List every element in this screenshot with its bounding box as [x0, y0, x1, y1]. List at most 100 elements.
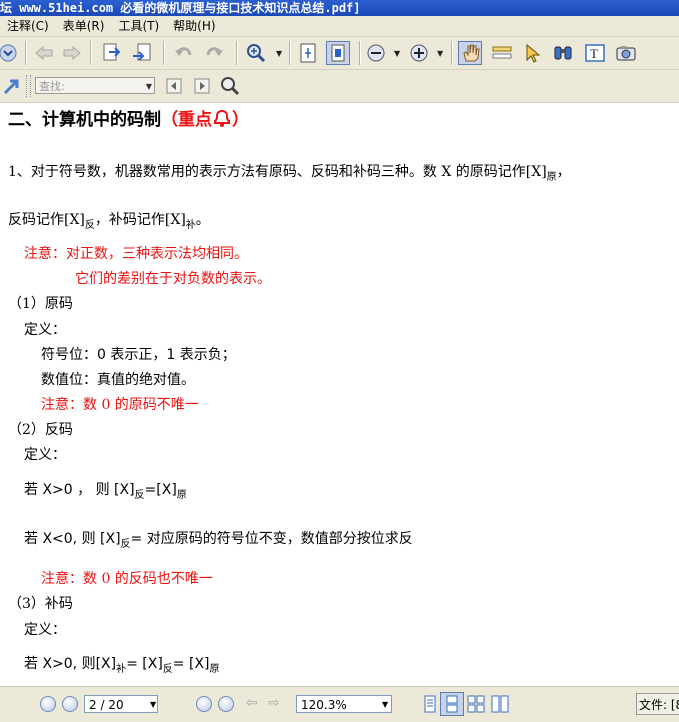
note-2: 它们的差别在于对负数的表示。 [75, 271, 271, 287]
menu-form[interactable]: 表单(R) [56, 16, 112, 36]
page-number: 2 / 20 [89, 698, 124, 712]
zoom-out-dropdown-icon[interactable]: ▼ [394, 49, 400, 58]
page-dropdown-icon[interactable]: ▼ [150, 700, 156, 709]
s2-pos-sub1: 反 [134, 490, 145, 501]
menu-annotate[interactable]: 注释(C) [0, 16, 56, 36]
p2-subscript-2: 补 [185, 220, 196, 231]
s3-pos-a: 若 X>0, 则[X] [24, 656, 117, 672]
toolbar-separator [25, 41, 26, 65]
search-input[interactable]: 查找: ▼ [35, 77, 155, 94]
forward-view-icon[interactable]: ⇨ [268, 695, 280, 711]
page-number-input[interactable]: 2 / 20 [84, 695, 158, 713]
s2-neg-b: = 对应原码的符号位不变，数值部分按位求反 [130, 531, 413, 547]
zoom-in-icon[interactable] [407, 41, 431, 65]
p2-end: 。 [195, 212, 210, 228]
s2-pos-b: =[X] [144, 482, 177, 498]
search-dropdown-icon[interactable]: ▼ [146, 78, 152, 95]
note-1: 注意：对正数，三种表示法均相同。 [24, 246, 248, 262]
menu-tools[interactable]: 工具(T) [111, 16, 166, 36]
nav-back-circle-icon[interactable] [0, 41, 20, 65]
first-page-icon[interactable] [40, 696, 56, 712]
link-arrow-icon[interactable] [0, 74, 24, 98]
s3-pos-sub3: 原 [209, 664, 220, 675]
continuous-layout-icon[interactable] [440, 692, 464, 716]
menu-bar: 注释(C) 表单(R) 工具(T) 帮助(H) [0, 16, 679, 37]
section-3-positive-rule: 若 X>0, 则[X]补= [X]反= [X]原 [24, 653, 220, 675]
search-magnifier-icon[interactable] [218, 74, 242, 98]
p1-end: ， [556, 164, 571, 180]
find-previous-icon[interactable] [162, 74, 186, 98]
find-next-icon[interactable] [190, 74, 214, 98]
toolbar-separator [451, 41, 452, 65]
section-heading: 二、计算机中的码制（重点 ） [8, 105, 249, 130]
section-3-title: （3）补码 [8, 596, 73, 612]
p2-subscript-1: 反 [84, 220, 95, 231]
insert-pages-icon[interactable] [130, 41, 154, 65]
section-2-negative-rule: 若 X<0, 则 [X]反= 对应原码的符号位不变，数值部分按位求反 [24, 528, 413, 550]
value-bit-text: 数值位：真值的绝对值。 [41, 372, 195, 388]
zoom-tool-dropdown-icon[interactable]: ▼ [276, 49, 282, 58]
p2-text-b: ，补码记作[X] [94, 212, 186, 228]
section-2-title: （2）反码 [8, 422, 73, 438]
back-arrow-icon[interactable] [32, 41, 56, 65]
s3-pos-b: = [X] [126, 656, 163, 672]
s2-neg-sub: 反 [120, 539, 131, 550]
heading-text: 二、计算机中的码制 [8, 110, 161, 130]
section-1-note: 注意：数 0 的原码不唯一 [41, 397, 199, 413]
zoom-dropdown-icon[interactable]: ▼ [382, 700, 388, 709]
single-page-layout-icon[interactable] [418, 692, 442, 716]
hand-tool-icon[interactable] [458, 41, 482, 65]
s3-pos-c: = [X] [172, 656, 210, 672]
section-2-positive-rule: 若 X>0 ， 则 [X]反=[X]原 [24, 479, 187, 501]
section-3-definition: 定义： [24, 622, 66, 638]
last-page-icon[interactable] [218, 696, 234, 712]
s2-pos-a: 若 X>0 ， 则 [X] [24, 482, 135, 498]
section-2-definition: 定义： [24, 447, 66, 463]
heading-note: （重点 [161, 110, 212, 130]
zoom-level-input[interactable]: 120.3% [296, 695, 392, 713]
bell-icon [212, 109, 232, 130]
continuous-facing-layout-icon[interactable] [488, 692, 512, 716]
heading-note-end: ） [232, 110, 249, 130]
find-binoculars-icon[interactable] [551, 41, 575, 65]
redo-icon[interactable] [202, 41, 226, 65]
toolbar-grip[interactable] [26, 75, 31, 97]
search-placeholder: 查找: [39, 80, 65, 93]
snapshot-camera-icon[interactable] [614, 41, 638, 65]
section-1-title: （1）原码 [8, 296, 73, 312]
toolbar-separator [163, 41, 164, 65]
extract-pages-icon[interactable] [100, 41, 124, 65]
fit-page-icon[interactable] [296, 41, 320, 65]
p1-text: 1、对于符号数，机器数常用的表示方法有原码、反码和补码三种。数 X 的原码记作[… [8, 164, 547, 180]
section-1-definition: 定义： [24, 322, 66, 338]
zoom-level: 120.3% [301, 698, 347, 712]
text-box-icon[interactable]: T [583, 41, 607, 65]
forward-arrow-icon[interactable] [60, 41, 84, 65]
toolbar-separator [236, 41, 237, 65]
facing-layout-icon[interactable] [464, 692, 488, 716]
previous-page-icon[interactable] [62, 696, 78, 712]
file-info-label: 文件: [8 [636, 693, 679, 715]
document-page: 二、计算机中的码制（重点 ） 1、对于符号数，机器数常用的表示方法有原码、反码和补… [0, 103, 679, 686]
window-title: 坛 www.51hei.com 必看的微机原理与接口技术知识点总结.pdf] [0, 1, 361, 15]
select-pointer-icon[interactable] [521, 41, 545, 65]
zoom-out-icon[interactable] [364, 41, 388, 65]
s3-pos-sub2: 反 [162, 664, 173, 675]
sign-bit-text: 符号位：0 表示正，1 表示负； [41, 347, 236, 363]
s2-neg-a: 若 X<0, 则 [X] [24, 531, 121, 547]
actual-size-icon[interactable] [326, 41, 350, 65]
undo-icon[interactable] [172, 41, 196, 65]
status-bar: 2 / 20 ▼ ⇦ ⇨ 120.3% ▼ 文件: [8 [0, 686, 679, 722]
zoom-tool-icon[interactable] [244, 41, 268, 65]
zoom-in-dropdown-icon[interactable]: ▼ [437, 49, 443, 58]
select-text-icon[interactable] [490, 41, 514, 65]
toolbar-separator [359, 41, 360, 65]
back-view-icon[interactable]: ⇦ [246, 695, 258, 711]
file-info-text: 文件: [8 [639, 698, 679, 712]
menu-help[interactable]: 帮助(H) [166, 16, 222, 36]
paragraph-1: 1、对于符号数，机器数常用的表示方法有原码、反码和补码三种。数 X 的原码记作[… [8, 161, 571, 183]
window-title-bar: 坛 www.51hei.com 必看的微机原理与接口技术知识点总结.pdf] [0, 0, 679, 16]
svg-text:T: T [590, 46, 598, 61]
next-page-icon[interactable] [196, 696, 212, 712]
s3-pos-sub1: 补 [116, 664, 127, 675]
